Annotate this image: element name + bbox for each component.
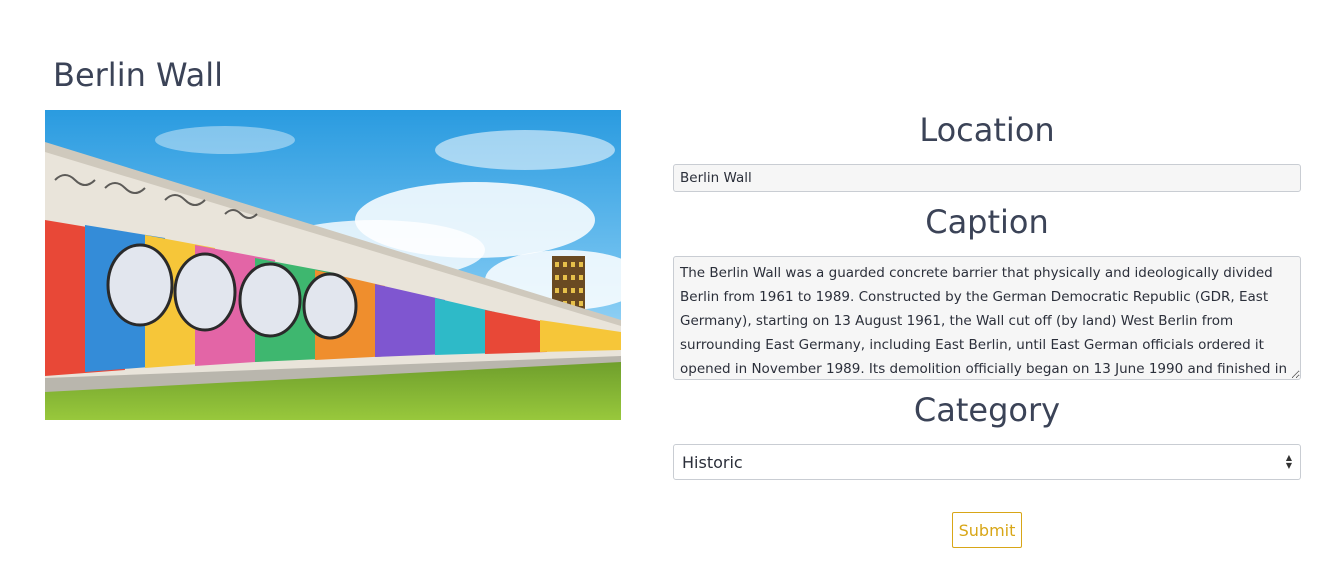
berlin-wall-photo — [45, 110, 621, 420]
page-title: Berlin Wall — [53, 56, 224, 94]
caption-textarea[interactable]: The Berlin Wall was a guarded concrete b… — [673, 256, 1301, 380]
location-input[interactable] — [673, 164, 1301, 192]
location-label: Location — [919, 111, 1055, 149]
category-selected-value: Historic — [682, 452, 743, 472]
submit-button[interactable]: Submit — [952, 512, 1022, 548]
caption-label: Caption — [925, 203, 1049, 241]
category-label: Category — [913, 391, 1061, 429]
chevron-up-down-icon: ▲ ▼ — [1285, 453, 1292, 470]
category-select[interactable]: Historic ▲ ▼ — [673, 444, 1301, 480]
berlin-wall-image — [45, 110, 621, 420]
